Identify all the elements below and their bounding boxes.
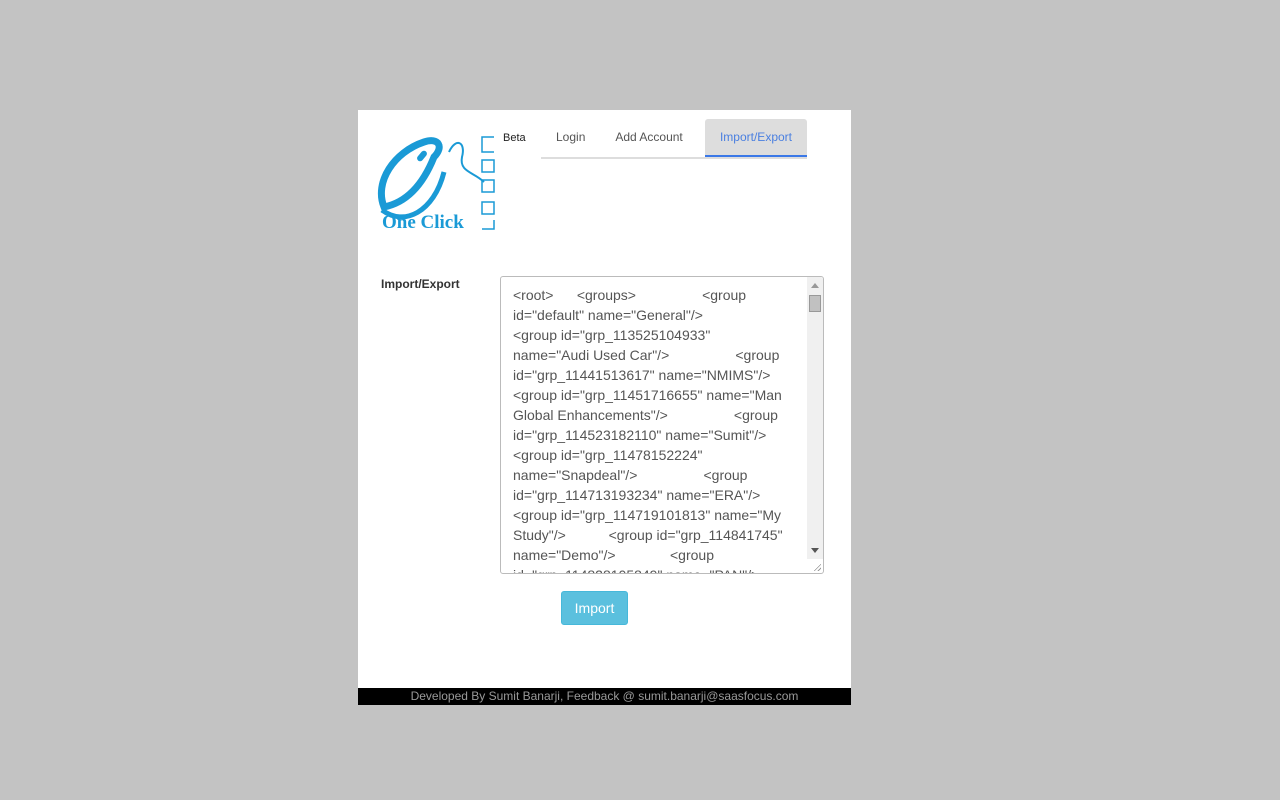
textarea-line: id="grp_114713193234" name="ERA"/> xyxy=(513,487,761,503)
textarea-line: name="Demo"/> <group xyxy=(513,547,714,563)
beta-badge: Beta xyxy=(503,132,526,144)
scrollbar[interactable] xyxy=(807,277,823,559)
textarea-line: name="Audi Used Car"/> <group xyxy=(513,347,780,363)
tab-login[interactable]: Login xyxy=(541,119,600,157)
import-export-textarea[interactable]: <root> <groups> <group id="default" name=… xyxy=(500,276,824,574)
scroll-up-arrow-icon[interactable] xyxy=(811,283,819,288)
tab-bar: Login Add Account Import/Export xyxy=(541,119,807,159)
textarea-line: <group id="grp_11451716655" name="Man xyxy=(513,387,782,403)
textarea-line: Study"/> <group id="grp_114841745" xyxy=(513,527,783,543)
resize-grip-icon[interactable] xyxy=(813,563,821,571)
tab-import-export[interactable]: Import/Export xyxy=(704,119,807,157)
tab-add-account[interactable]: Add Account xyxy=(600,119,697,157)
scroll-down-arrow-icon[interactable] xyxy=(811,548,819,553)
import-button[interactable]: Import xyxy=(561,591,628,625)
footer: Developed By Sumit Banarji, Feedback @ s… xyxy=(358,688,851,705)
textarea-line: Global Enhancements"/> <group xyxy=(513,407,778,423)
one-click-login-logo: One Click xyxy=(377,136,495,233)
textarea-line: id="grp_11441513617" name="NMIMS"/> xyxy=(513,367,771,383)
textarea-line: <group id="grp_113525104933" xyxy=(513,327,711,343)
textarea-line: <root> <groups> <group xyxy=(513,287,747,303)
textarea-line: id="default" name="General"/> xyxy=(513,307,703,323)
textarea-line: <group id="grp_114719101813" name="My xyxy=(513,507,782,523)
textarea-line: name="Snapdeal"/> <group xyxy=(513,467,748,483)
main-card: One Click Beta Login Add Account Import/… xyxy=(358,110,851,705)
textarea-line: <group id="grp_11478152224" xyxy=(513,447,703,463)
scrollbar-thumb[interactable] xyxy=(809,295,821,312)
textarea-line: id="grp_114523182110" name="Sumit"/> xyxy=(513,427,767,443)
textarea-content[interactable]: <root> <groups> <group id="default" name=… xyxy=(513,285,803,573)
svg-text:One Click: One Click xyxy=(382,212,464,233)
import-export-label: Import/Export xyxy=(381,277,460,291)
textarea-line: id="grp_114828105849" name="PAN"/> xyxy=(513,565,803,573)
